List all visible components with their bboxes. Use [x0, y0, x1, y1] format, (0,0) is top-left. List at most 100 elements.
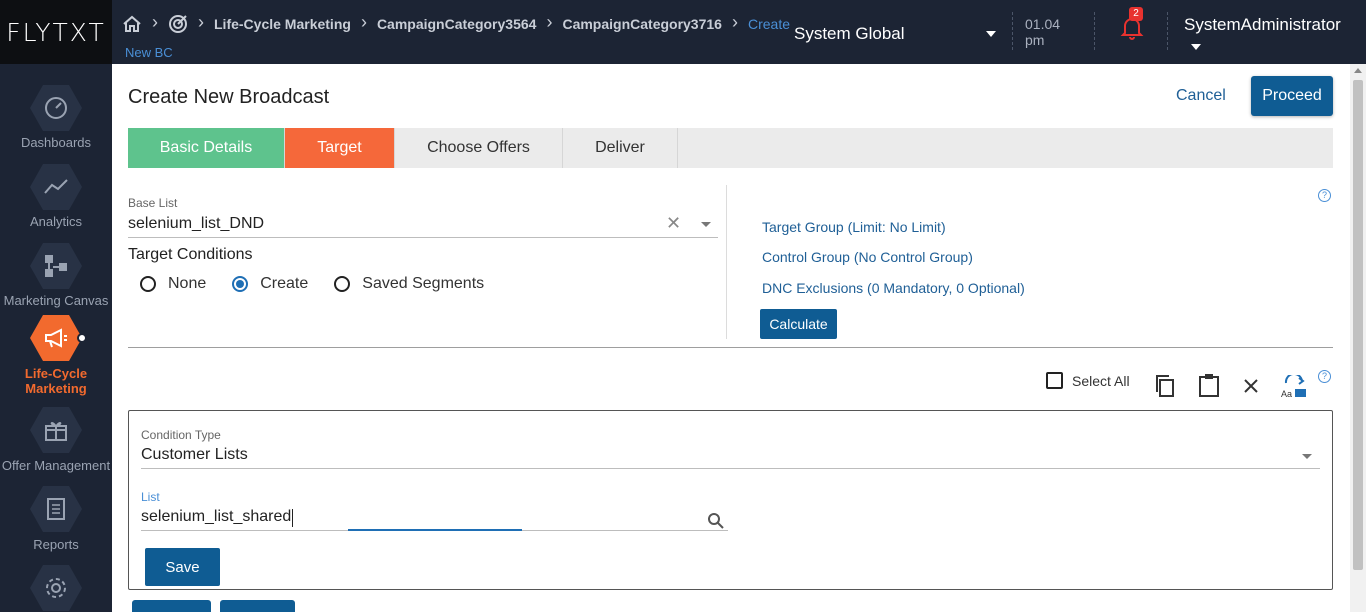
radio-button[interactable]: [334, 276, 351, 292]
clock-suffix: pm: [1025, 32, 1045, 48]
text-cursor: [292, 509, 293, 527]
calculate-button[interactable]: Calculate: [760, 309, 837, 339]
condition-type-select[interactable]: Customer Lists: [141, 446, 248, 464]
top-header: FLYTXT › › Life-Cycle Marketing › Campai…: [0, 0, 1366, 64]
sidebar-item-life-cycle-marketing[interactable]: Life-Cycle Marketing: [0, 314, 112, 396]
page-title: Create New Broadcast: [128, 86, 330, 108]
radio-saved-segments[interactable]: Saved Segments: [334, 275, 484, 293]
caret-down-icon[interactable]: [1191, 44, 1201, 50]
sidebar-item-marketing-canvas[interactable]: Marketing Canvas: [0, 242, 112, 308]
cancel-button[interactable]: Cancel: [1176, 87, 1226, 105]
home-icon[interactable]: [122, 15, 142, 33]
caret-down-icon[interactable]: [1302, 454, 1312, 459]
tab-basic-details[interactable]: Basic Details: [128, 128, 285, 168]
settings-icon: [30, 565, 82, 611]
select-all-label: Select All: [1072, 372, 1130, 389]
radio-label: None: [168, 275, 207, 292]
active-indicator: [77, 333, 87, 343]
paste-icon[interactable]: [1198, 373, 1220, 398]
dnc-exclusions-link[interactable]: DNC Exclusions (0 Mandatory, 0 Optional): [762, 280, 1025, 296]
base-list-select[interactable]: selenium_list_DND: [128, 215, 264, 233]
radio-label: Saved Segments: [362, 275, 485, 292]
sidebar-item-settings[interactable]: [0, 564, 112, 612]
sidebar-item-label: Analytics: [29, 214, 83, 229]
sidebar-item-label: Dashboards: [20, 135, 92, 150]
radio-none[interactable]: None: [140, 275, 206, 293]
breadcrumb-category-1[interactable]: CampaignCategory3564: [377, 16, 537, 32]
svg-text:Aa: Aa: [1281, 389, 1292, 399]
report-icon: [30, 486, 82, 532]
scroll-up-arrow[interactable]: [1354, 68, 1362, 73]
divider: [1167, 12, 1168, 50]
list-input[interactable]: selenium_list_shared: [141, 508, 291, 526]
chevron-right-icon: ›: [546, 12, 553, 32]
chevron-right-icon: ›: [360, 12, 367, 32]
sidebar-item-label: Reports: [33, 537, 79, 552]
scroll-thumb[interactable]: [1353, 80, 1363, 570]
list-label: List: [141, 490, 160, 504]
breadcrumb: › › Life-Cycle Marketing › CampaignCateg…: [122, 12, 790, 34]
dashboard-icon: [30, 85, 82, 131]
chevron-right-icon: ›: [152, 12, 158, 32]
condition-toolbar: Select All: [1046, 372, 1130, 389]
sidebar-item-label: Marketing Canvas: [3, 293, 109, 308]
clock-time: 01.04: [1025, 16, 1061, 32]
vertical-divider: [726, 185, 727, 339]
sidebar-item-dashboards[interactable]: Dashboards: [0, 84, 112, 150]
chevron-right-icon: ›: [731, 12, 738, 32]
help-icon[interactable]: ?: [1318, 189, 1331, 202]
radio-button[interactable]: [140, 276, 156, 292]
bottom-action-button[interactable]: [220, 600, 295, 612]
radio-button-selected[interactable]: [232, 276, 249, 292]
base-list-label: Base List: [128, 196, 178, 210]
sidebar-item-analytics[interactable]: Analytics: [0, 163, 112, 229]
target-icon[interactable]: [168, 14, 188, 34]
logo[interactable]: FLYTXT: [0, 0, 112, 64]
sidebar-item-offer-management[interactable]: Offer Management: [0, 406, 112, 473]
search-icon[interactable]: [707, 512, 724, 529]
tab-target[interactable]: Target: [285, 128, 395, 168]
sidebar-item-reports[interactable]: Reports: [0, 485, 112, 552]
environment-selector[interactable]: System Global: [794, 24, 905, 44]
help-icon[interactable]: ?: [1318, 370, 1331, 383]
select-all-checkbox[interactable]: [1046, 372, 1063, 389]
input-focus-bar: [348, 529, 522, 531]
marketing-canvas-icon: [30, 243, 82, 289]
logo-text: FLYTXT: [6, 17, 106, 47]
tab-choose-offers[interactable]: Choose Offers: [395, 128, 563, 168]
field-underline: [141, 468, 1320, 469]
scrollbar[interactable]: [1350, 64, 1366, 612]
chevron-right-icon: ›: [198, 12, 204, 32]
user-menu[interactable]: SystemAdministrator: [1184, 15, 1341, 35]
save-button[interactable]: Save: [145, 548, 220, 586]
target-group-link[interactable]: Target Group (Limit: No Limit): [762, 219, 946, 235]
tab-deliver[interactable]: Deliver: [563, 128, 678, 168]
control-group-link[interactable]: Control Group (No Control Group): [762, 249, 973, 265]
breadcrumb-category-2[interactable]: CampaignCategory3716: [562, 16, 722, 32]
radio-create[interactable]: Create: [232, 275, 308, 293]
analytics-icon: [30, 164, 82, 210]
bottom-action-button[interactable]: [132, 600, 211, 612]
field-underline: [128, 237, 718, 238]
main-content: Create New Broadcast Cancel Proceed Basi…: [112, 64, 1350, 612]
breadcrumb-lifecycle[interactable]: Life-Cycle Marketing: [214, 16, 351, 32]
caret-down-icon[interactable]: [701, 222, 711, 227]
sidebar-item-label: Life-Cycle Marketing: [24, 366, 88, 396]
breadcrumb-sub: New BC: [125, 45, 173, 60]
condition-type-label: Condition Type: [141, 428, 221, 442]
target-conditions-radio-group: None Create Saved Segments: [140, 275, 510, 293]
caret-down-icon[interactable]: [986, 31, 996, 37]
sidebar: Dashboards Analytics Marketing Canvas Li…: [0, 64, 112, 612]
copy-icon[interactable]: [1154, 374, 1176, 398]
section-divider: [128, 347, 1333, 348]
clock: 01.04 pm: [1025, 16, 1060, 48]
megaphone-icon: [30, 315, 82, 361]
close-icon[interactable]: [1243, 378, 1259, 394]
condition-card: Condition Type Customer Lists List selen…: [128, 410, 1333, 590]
text-format-icon[interactable]: Aa: [1280, 375, 1308, 399]
breadcrumb-current: Create: [747, 16, 790, 32]
proceed-button[interactable]: Proceed: [1251, 76, 1333, 116]
radio-label: Create: [260, 275, 309, 292]
notification-badge: 2: [1129, 7, 1143, 21]
clear-icon[interactable]: ✕: [666, 213, 681, 234]
